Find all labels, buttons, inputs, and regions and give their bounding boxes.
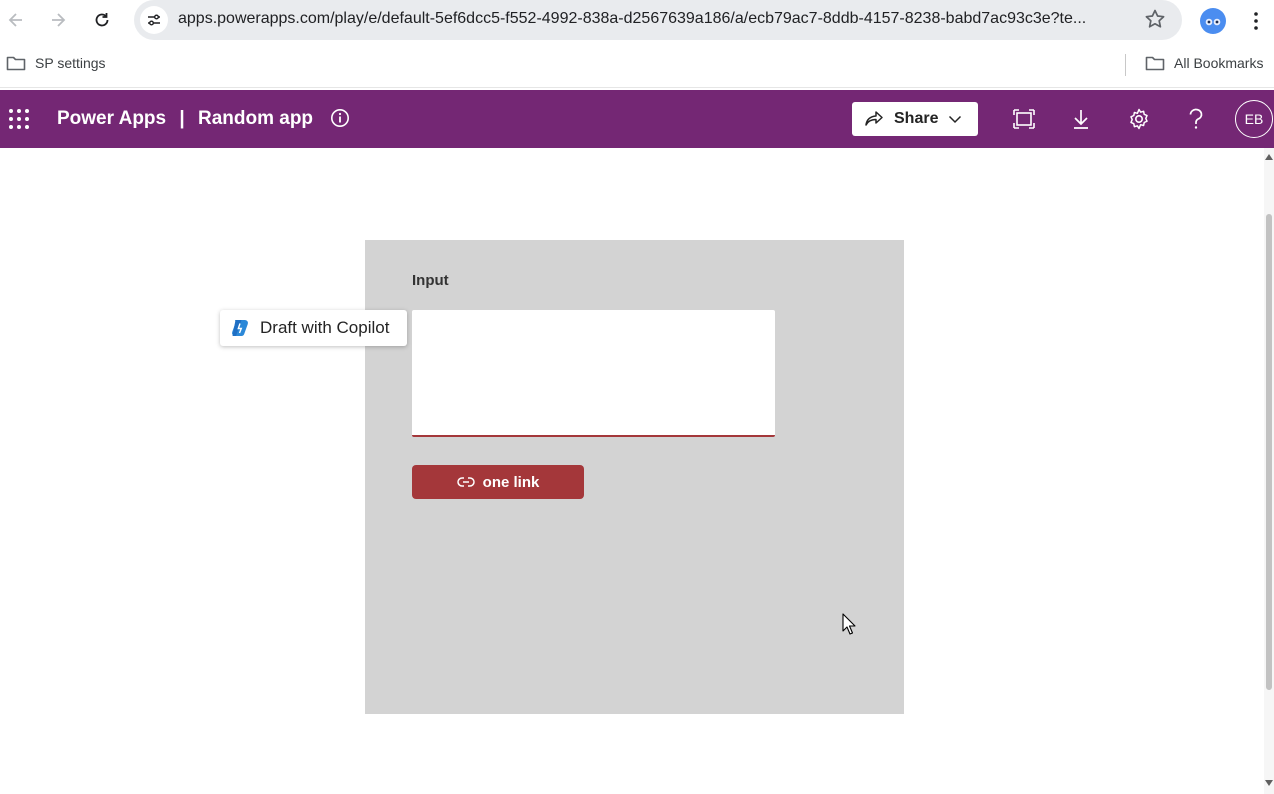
scrollbar-thumb[interactable] — [1266, 214, 1272, 690]
vertical-scrollbar[interactable] — [1264, 148, 1274, 794]
bookmark-star-icon[interactable] — [1144, 8, 1166, 35]
url-text: apps.powerapps.com/play/e/default-5ef6dc… — [178, 10, 1087, 27]
chevron-down-icon — [949, 115, 962, 124]
bookmark-label: SP settings — [35, 55, 106, 71]
link-icon — [456, 477, 475, 487]
fit-to-window-icon[interactable] — [1011, 106, 1037, 132]
arrow-right-icon — [52, 13, 66, 27]
download-icon[interactable] — [1068, 106, 1094, 132]
bookmarks-bar: SP settings All Bookmarks — [0, 42, 1274, 88]
forward-button[interactable] — [44, 6, 72, 34]
app-player-area: Input one link Draft with Copilot — [0, 148, 1264, 794]
browser-toolbar: apps.powerapps.com/play/e/default-5ef6dc… — [0, 0, 1274, 42]
back-button[interactable] — [2, 6, 30, 34]
user-avatar[interactable]: EB — [1235, 100, 1273, 138]
input-textarea[interactable] — [412, 310, 775, 437]
address-bar[interactable]: apps.powerapps.com/play/e/default-5ef6dc… — [134, 0, 1182, 40]
bookmark-label: All Bookmarks — [1174, 55, 1264, 71]
button-label: one link — [482, 473, 540, 491]
one-link-button[interactable]: one link — [412, 465, 584, 499]
product-name: Power Apps — [57, 108, 167, 129]
mouse-cursor-icon — [842, 613, 856, 640]
app-launcher-icon[interactable] — [8, 108, 30, 130]
share-icon — [865, 111, 883, 126]
app-header: Power Apps | Random app Share EB — [0, 90, 1274, 148]
app-name: Random app — [197, 108, 314, 129]
reload-icon — [95, 13, 109, 27]
reload-button[interactable] — [88, 6, 116, 34]
bookmark-sp-settings[interactable]: SP settings — [6, 55, 106, 71]
app-screen: Input one link — [365, 240, 904, 714]
share-button[interactable]: Share — [852, 102, 978, 136]
folder-icon — [1145, 56, 1165, 71]
settings-gear-icon[interactable] — [1126, 106, 1152, 132]
input-label: Input — [412, 272, 449, 289]
copilot-label: Draft with Copilot — [260, 318, 390, 337]
all-bookmarks-button[interactable]: All Bookmarks — [1145, 55, 1263, 71]
site-settings-icon[interactable] — [140, 6, 168, 34]
arrow-left-icon — [8, 13, 22, 27]
bookmarks-divider — [1125, 54, 1126, 76]
profile-avatar-icon[interactable] — [1200, 8, 1226, 34]
title-separator: | — [179, 108, 185, 129]
info-icon[interactable] — [330, 108, 350, 133]
scroll-down-icon[interactable] — [1264, 778, 1274, 788]
app-title: Power Apps | Random app — [57, 108, 313, 130]
help-icon[interactable] — [1183, 106, 1209, 132]
scroll-up-icon[interactable] — [1264, 152, 1274, 162]
folder-icon — [6, 56, 26, 71]
draft-with-copilot-button[interactable]: Draft with Copilot — [220, 310, 407, 346]
share-label: Share — [894, 110, 939, 127]
copilot-icon — [232, 320, 248, 336]
browser-menu-icon[interactable] — [1246, 8, 1266, 34]
